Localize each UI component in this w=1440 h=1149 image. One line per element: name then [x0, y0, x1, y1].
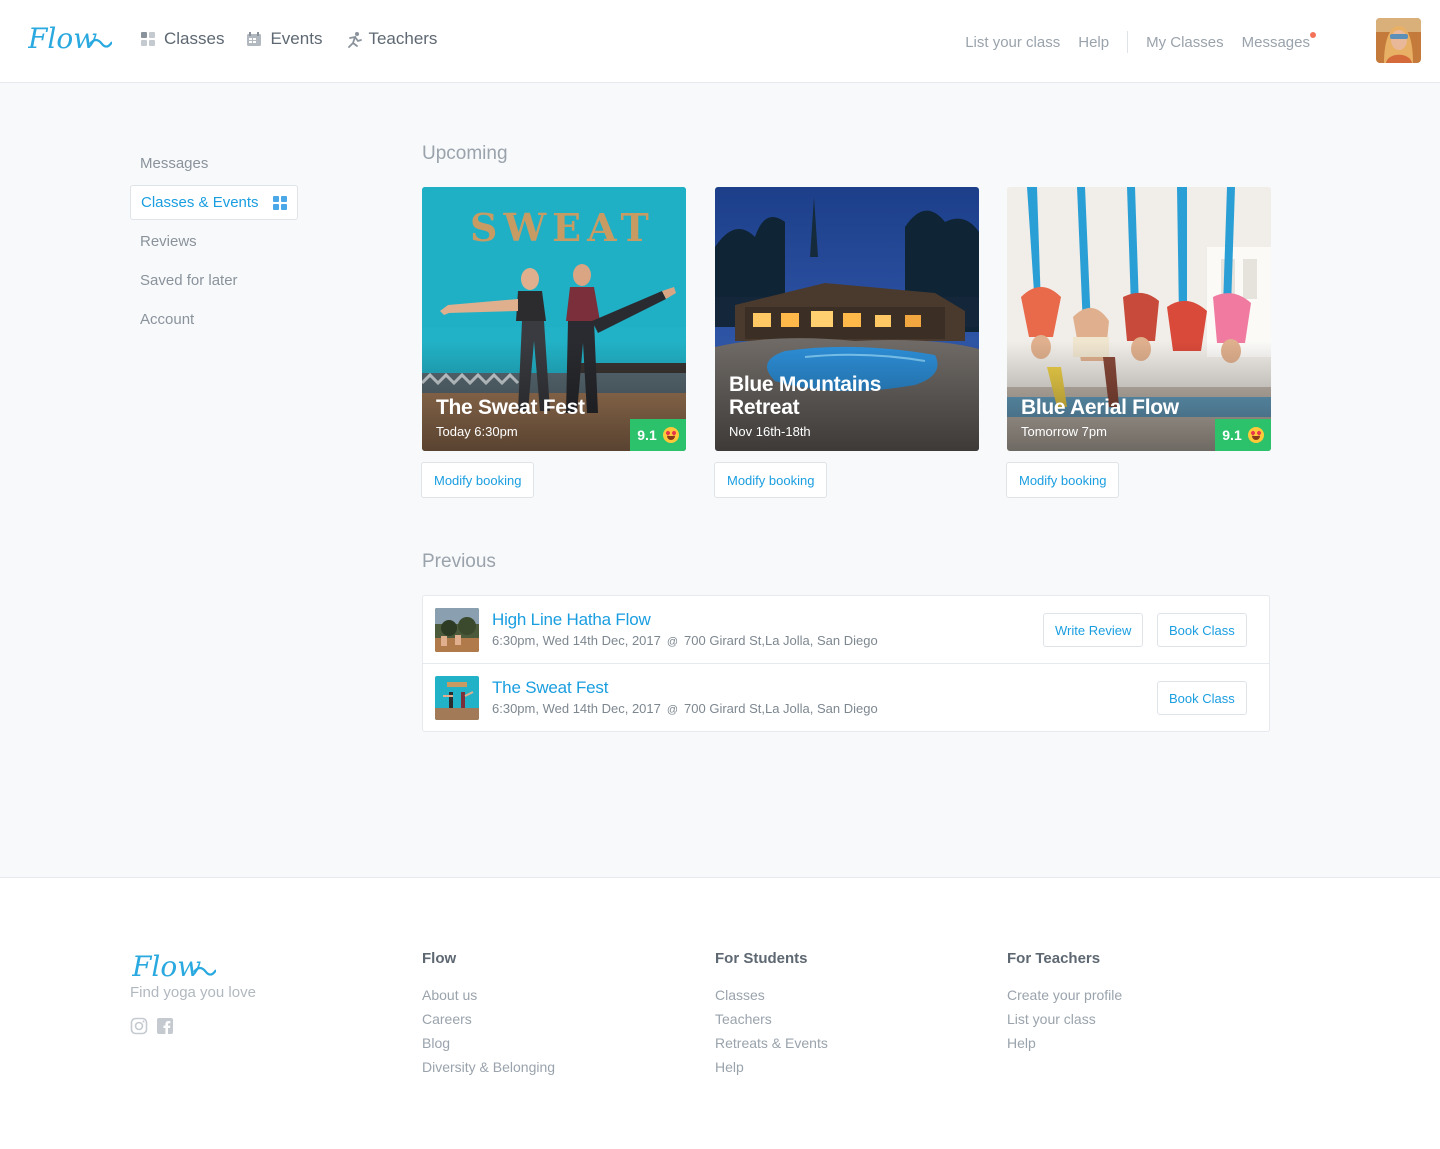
class-address: 700 Girard St,La Jolla, San Diego: [684, 633, 878, 648]
sidebar-item-account[interactable]: Account: [130, 302, 298, 337]
messages-wrap: Messages: [1224, 31, 1316, 51]
class-time: 6:30pm, Wed 14th Dec, 2017: [492, 633, 661, 648]
card-title: Blue Mountains Retreat: [729, 373, 882, 419]
modify-booking-button[interactable]: Modify booking: [1006, 462, 1120, 498]
upcoming-card-sweat-fest[interactable]: SWEAT The Sweat Fest Today 6:30pm 9.1: [422, 187, 686, 451]
class-thumbnail[interactable]: [435, 608, 479, 652]
nav-classes-label: Classes: [164, 29, 225, 48]
upcoming-heading: Upcoming: [422, 143, 508, 164]
footer-link-teachers[interactable]: Teachers: [715, 1011, 828, 1028]
footer-link-blog[interactable]: Blog: [422, 1035, 555, 1052]
notification-dot: [1310, 31, 1316, 38]
site-footer: Flow Find yoga you love Flow About us Ca…: [0, 877, 1440, 1149]
facebook-icon[interactable]: [156, 1017, 174, 1035]
footer-link-careers[interactable]: Careers: [422, 1011, 555, 1028]
svg-text:Flow: Flow: [132, 950, 201, 983]
grid-icon: [140, 31, 156, 47]
nav-classes[interactable]: Classes: [140, 29, 224, 49]
rating-value: 9.1: [1222, 427, 1242, 443]
running-person-icon: [344, 31, 363, 48]
nav-teachers-label: Teachers: [368, 29, 438, 48]
card-date: Nov 16th-18th: [729, 424, 811, 439]
footer-column-teachers: For Teachers Create your profile List yo…: [1007, 950, 1122, 1059]
card-title: Blue Aerial Flow: [1021, 396, 1179, 419]
footer-link-diversity[interactable]: Diversity & Belonging: [422, 1059, 555, 1076]
sweat-sign-text: SWEAT: [470, 205, 655, 250]
account-sidebar: Messages Classes & Events Reviews Saved …: [130, 146, 298, 341]
heart-eyes-emoji-icon: [662, 427, 679, 443]
class-thumbnail[interactable]: [435, 676, 479, 720]
card-date: Today 6:30pm: [436, 424, 518, 439]
card-title: The Sweat Fest: [436, 396, 585, 419]
rating-badge: 9.1: [1215, 419, 1271, 451]
write-review-button[interactable]: Write Review: [1043, 613, 1144, 647]
footer-link-create-profile[interactable]: Create your profile: [1007, 987, 1122, 1004]
my-classes-link[interactable]: My Classes: [1146, 34, 1224, 51]
footer-column-students: For Students Classes Teachers Retreats &…: [715, 950, 828, 1083]
sidebar-item-label: Classes & Events: [141, 194, 259, 211]
top-header: Flow Classes Events Teachers List your c…: [0, 0, 1440, 83]
main-nav: Classes Events Teachers: [140, 29, 437, 49]
class-address: 700 Girard St,La Jolla, San Diego: [684, 701, 878, 716]
nav-teachers[interactable]: Teachers: [344, 29, 437, 49]
footer-heading: For Teachers: [1007, 950, 1101, 967]
nav-events[interactable]: Events: [246, 29, 322, 49]
header-divider: [1127, 31, 1129, 53]
modify-booking-button[interactable]: Modify booking: [421, 462, 535, 498]
flow-logo[interactable]: Flow: [28, 22, 112, 56]
header-right-links: List your class Help My Classes Messages: [947, 31, 1316, 53]
sidebar-item-classes-events[interactable]: Classes & Events: [130, 185, 298, 220]
footer-heading: Flow: [422, 950, 457, 967]
at-symbol: @: [666, 704, 679, 716]
nav-events-label: Events: [270, 29, 323, 48]
sidebar-item-label: Saved for later: [140, 272, 238, 289]
class-name-link[interactable]: High Line Hatha Flow: [492, 610, 651, 630]
previous-list: High Line Hatha Flow 6:30pm, Wed 14th De…: [422, 595, 1270, 732]
footer-link-help-teachers[interactable]: Help: [1007, 1035, 1122, 1052]
class-meta: 6:30pm, Wed 14th Dec, 2017 @700 Girard St…: [492, 633, 878, 648]
book-class-button[interactable]: Book Class: [1157, 613, 1247, 647]
sidebar-item-label: Account: [140, 311, 195, 328]
footer-link-help[interactable]: Help: [715, 1059, 828, 1076]
previous-heading: Previous: [422, 551, 496, 572]
calendar-icon: [246, 31, 262, 47]
instagram-icon[interactable]: [130, 1017, 148, 1035]
at-symbol: @: [666, 636, 679, 648]
upcoming-card-blue-aerial-flow[interactable]: Blue Aerial Flow Tomorrow 7pm 9.1: [1007, 187, 1271, 451]
card-date: Tomorrow 7pm: [1021, 424, 1107, 439]
list-item: The Sweat Fest 6:30pm, Wed 14th Dec, 201…: [423, 664, 1269, 731]
svg-text:Flow: Flow: [28, 22, 97, 55]
list-your-class-link[interactable]: List your class: [965, 34, 1060, 51]
class-meta: 6:30pm, Wed 14th Dec, 2017 @700 Girard St…: [492, 701, 878, 716]
grid-icon: [273, 195, 287, 210]
footer-link-list-class[interactable]: List your class: [1007, 1011, 1122, 1028]
list-item: High Line Hatha Flow 6:30pm, Wed 14th De…: [423, 596, 1269, 664]
help-link[interactable]: Help: [1078, 34, 1109, 51]
class-name-link[interactable]: The Sweat Fest: [492, 678, 608, 698]
footer-link-classes[interactable]: Classes: [715, 987, 828, 1004]
social-links: [130, 1017, 174, 1035]
modify-booking-button[interactable]: Modify booking: [714, 462, 828, 498]
footer-tagline: Find yoga you love: [130, 984, 256, 1001]
sidebar-item-messages[interactable]: Messages: [130, 146, 298, 181]
upcoming-card-blue-mountains[interactable]: Blue Mountains Retreat Nov 16th-18th: [715, 187, 979, 451]
footer-link-retreats[interactable]: Retreats & Events: [715, 1035, 828, 1052]
rating-badge: 9.1: [630, 419, 686, 451]
footer-link-about[interactable]: About us: [422, 987, 555, 1004]
class-time: 6:30pm, Wed 14th Dec, 2017: [492, 701, 661, 716]
heart-eyes-emoji-icon: [1247, 427, 1264, 443]
sidebar-item-reviews[interactable]: Reviews: [130, 224, 298, 259]
messages-link[interactable]: Messages: [1242, 34, 1310, 51]
user-avatar[interactable]: [1376, 18, 1421, 63]
footer-column-flow: Flow About us Careers Blog Diversity & B…: [422, 950, 555, 1083]
book-class-button[interactable]: Book Class: [1157, 681, 1247, 715]
footer-heading: For Students: [715, 950, 808, 967]
sidebar-item-label: Messages: [140, 155, 209, 172]
sidebar-item-saved[interactable]: Saved for later: [130, 263, 298, 298]
sidebar-item-label: Reviews: [140, 233, 197, 250]
rating-value: 9.1: [637, 427, 657, 443]
